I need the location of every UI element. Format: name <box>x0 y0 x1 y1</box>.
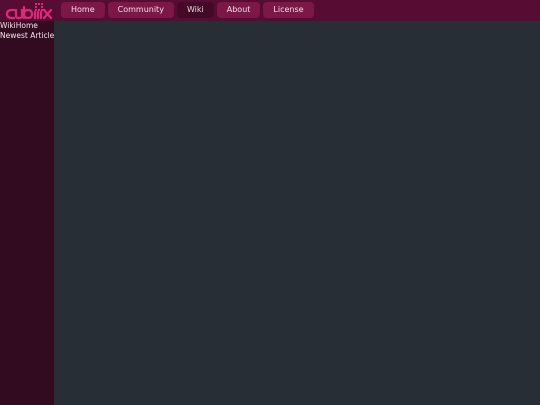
cubix-logo[interactable] <box>5 1 53 20</box>
nav-tab-community[interactable]: Community <box>107 2 174 18</box>
nav-tab-license[interactable]: License <box>263 2 314 18</box>
wiki-sidebar: WikiHome Newest Article <box>0 21 54 405</box>
nav-tab-home[interactable]: Home <box>61 2 105 18</box>
main-nav: Home Community Wiki About License <box>61 2 314 18</box>
nav-tab-about[interactable]: About <box>216 2 261 18</box>
nav-tab-wiki[interactable]: Wiki <box>176 2 214 18</box>
top-bar: Home Community Wiki About License <box>0 0 540 21</box>
content-area <box>54 21 540 405</box>
sidebar-item-wikihome[interactable]: WikiHome <box>0 21 54 31</box>
sidebar-item-newest-article[interactable]: Newest Article <box>0 31 54 41</box>
